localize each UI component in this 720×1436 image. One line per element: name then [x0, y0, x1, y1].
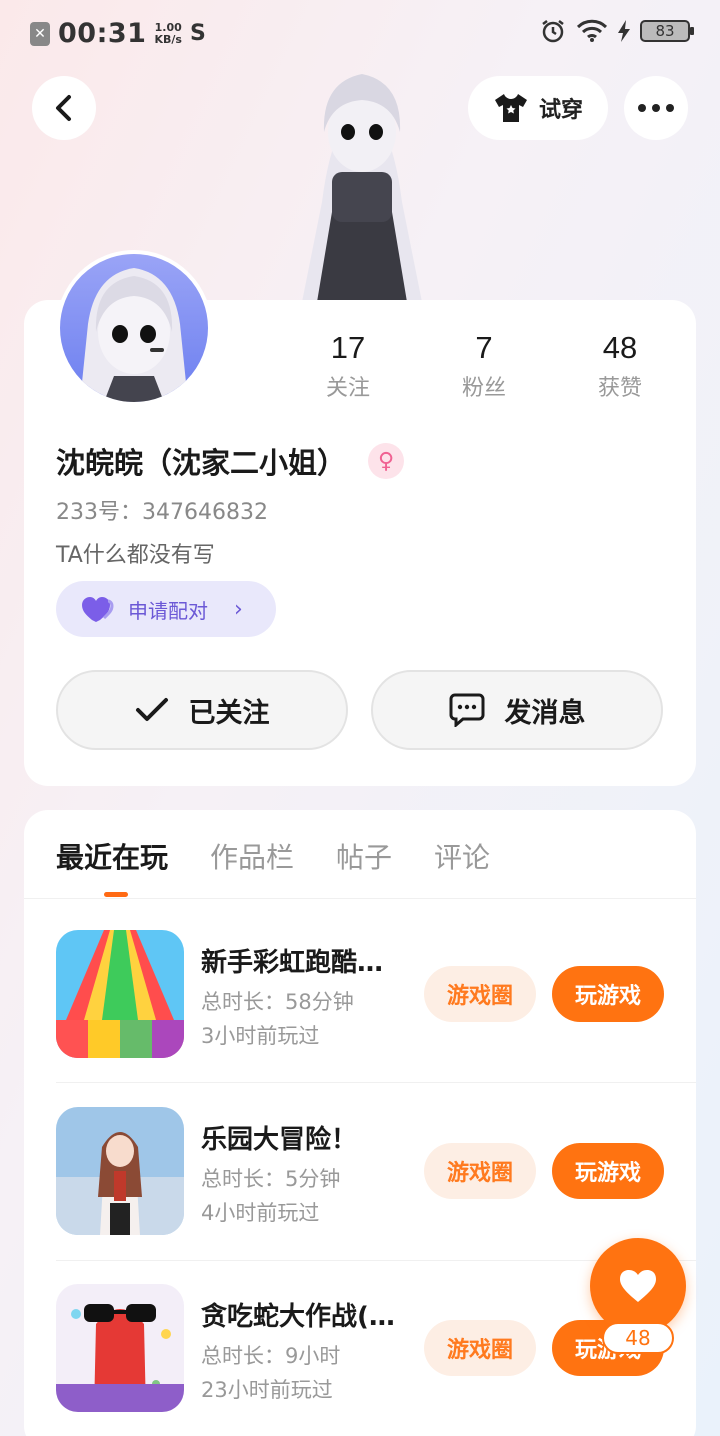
app-notification-icon: S	[189, 21, 206, 46]
game-thumbnail[interactable]	[56, 930, 184, 1058]
game-row[interactable]: 新手彩虹跑酷… 总时长：58分钟 3小时前玩过 游戏圈 玩游戏	[56, 930, 696, 1060]
try-on-button[interactable]: 试穿	[468, 76, 608, 140]
like-button[interactable]	[590, 1238, 686, 1334]
hearts-icon	[82, 597, 114, 622]
battery-indicator: 83	[640, 20, 694, 42]
game-duration: 总时长：9小时	[201, 1344, 341, 1368]
hero-avatar-figure	[302, 74, 422, 302]
try-on-label: 试穿	[538, 98, 583, 123]
charging-icon	[618, 20, 630, 42]
chevron-right-icon: ›	[234, 596, 243, 622]
stat-following[interactable]: 17 关注	[280, 330, 416, 402]
game-duration: 总时长：58分钟	[201, 990, 354, 1014]
tab-posts[interactable]: 帖子	[336, 836, 392, 876]
followed-button[interactable]: 已关注	[56, 670, 348, 750]
like-count: 48	[602, 1322, 674, 1354]
user-id: 233号：347646832	[56, 500, 268, 525]
play-game-button[interactable]: 玩游戏	[552, 966, 664, 1022]
back-arrow-icon	[56, 95, 71, 121]
game-last-played: 23小时前玩过	[201, 1378, 333, 1402]
game-thumbnail[interactable]	[56, 1284, 184, 1412]
stat-followers[interactable]: 7 粉丝	[416, 330, 552, 402]
heart-icon	[620, 1270, 656, 1302]
game-thumbnail[interactable]	[56, 1107, 184, 1235]
send-message-label: 发消息	[504, 697, 586, 729]
username: 沈皖皖（沈家二小姐）	[56, 446, 347, 480]
game-duration: 总时长：5分钟	[201, 1167, 341, 1191]
wifi-icon	[576, 19, 608, 42]
game-last-played: 3小时前玩过	[201, 1024, 320, 1048]
game-circle-button[interactable]: 游戏圈	[424, 1320, 536, 1376]
tab-divider	[24, 898, 696, 899]
play-game-button[interactable]: 玩游戏	[552, 1143, 664, 1199]
tshirt-icon	[494, 94, 527, 122]
more-button[interactable]	[624, 76, 688, 140]
game-row[interactable]: 乐园大冒险！ 总时长：5分钟 4小时前玩过 游戏圈 玩游戏	[56, 1107, 696, 1237]
chat-bubble-icon	[449, 693, 484, 727]
stat-label: 关注	[325, 376, 370, 401]
more-dots-icon	[638, 104, 674, 112]
pair-request-button[interactable]: 申请配对 ›	[56, 581, 276, 637]
tab-recently-played[interactable]: 最近在玩	[56, 836, 168, 876]
followed-label: 已关注	[188, 697, 270, 729]
user-bio: TA什么都没有写	[56, 543, 215, 568]
tab-comments[interactable]: 评论	[434, 836, 490, 876]
game-name: 贪吃蛇大作战(…	[201, 1302, 395, 1332]
stat-value: 17	[330, 330, 366, 365]
game-name: 乐园大冒险！	[201, 1125, 358, 1155]
notification-icon: ✕	[30, 21, 50, 46]
profile-stats: 17 关注 7 粉丝 48 获赞	[280, 330, 688, 402]
back-button[interactable]	[32, 76, 96, 140]
send-message-button[interactable]: 发消息	[371, 670, 663, 750]
pair-label: 申请配对	[128, 598, 208, 623]
active-tab-indicator	[104, 892, 128, 897]
tab-works[interactable]: 作品栏	[210, 836, 294, 876]
status-bar: ✕ 00:31 1.00 KB/s S 83	[0, 0, 720, 64]
game-last-played: 4小时前玩过	[201, 1201, 320, 1225]
content-tabs: 最近在玩 作品栏 帖子 评论	[56, 836, 490, 876]
network-speed: 1.00 KB/s	[154, 20, 182, 46]
game-circle-button[interactable]: 游戏圈	[424, 966, 536, 1022]
status-time: 00:31	[58, 18, 147, 49]
stat-label: 粉丝	[461, 376, 506, 401]
avatar[interactable]	[56, 250, 212, 406]
stat-value: 7	[475, 330, 493, 365]
game-circle-button[interactable]: 游戏圈	[424, 1143, 536, 1199]
game-name: 新手彩虹跑酷…	[201, 948, 384, 978]
username-row: 沈皖皖（沈家二小姐） ♀	[56, 440, 405, 482]
stat-likes[interactable]: 48 获赞	[552, 330, 688, 402]
alarm-icon	[542, 20, 564, 43]
female-icon: ♀	[368, 443, 405, 479]
avatar-image	[80, 268, 188, 402]
row-divider	[56, 1082, 696, 1083]
stat-label: 获赞	[597, 376, 642, 401]
check-icon	[135, 698, 168, 721]
stat-value: 48	[602, 330, 638, 365]
